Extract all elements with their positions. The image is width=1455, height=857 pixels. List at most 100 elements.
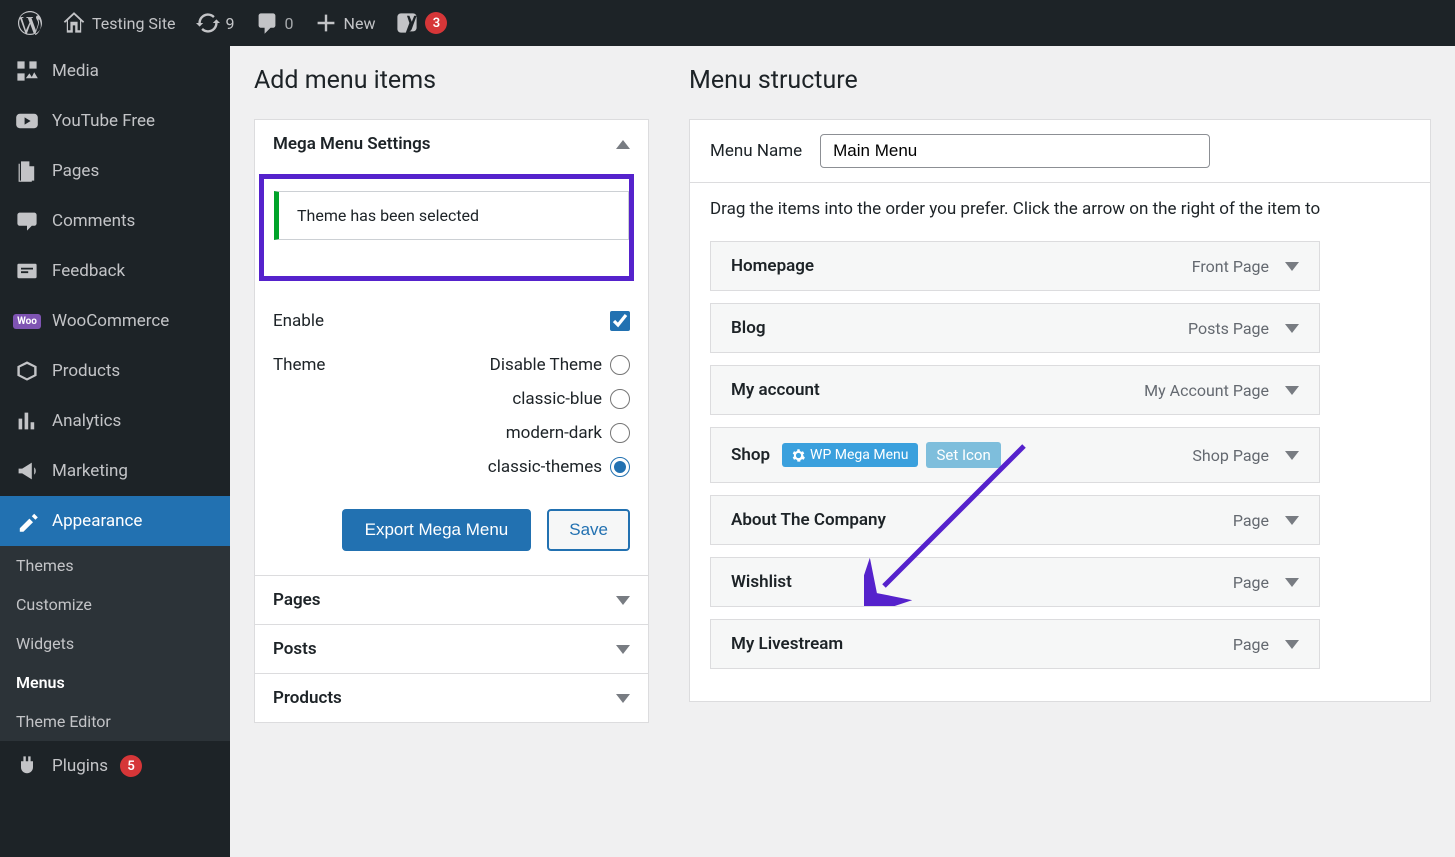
yoast-icon	[395, 11, 419, 35]
submenu-widgets[interactable]: Widgets	[0, 624, 230, 663]
media-icon	[14, 58, 40, 84]
submenu-themes[interactable]: Themes	[0, 546, 230, 585]
posts-accordion-header[interactable]: Posts	[255, 625, 648, 673]
enable-label: Enable	[273, 311, 324, 331]
comments-count: 0	[285, 14, 294, 33]
wp-logo[interactable]	[8, 0, 52, 46]
sidebar-label: Analytics	[52, 411, 121, 431]
gear-icon	[792, 449, 805, 462]
theme-radio-group: Disable Theme classic-blue modern-dark c…	[488, 355, 630, 477]
sidebar-item-comments[interactable]: Comments	[0, 196, 230, 246]
add-menu-items-column: Add menu items Mega Menu Settings Theme …	[254, 66, 649, 723]
chevron-down-icon[interactable]	[1285, 262, 1299, 271]
update-icon	[196, 11, 220, 35]
sidebar-item-woocommerce[interactable]: Woo WooCommerce	[0, 296, 230, 346]
sidebar-item-appearance[interactable]: Appearance	[0, 496, 230, 546]
yoast-count-badge: 3	[425, 12, 447, 34]
chevron-down-icon[interactable]	[1285, 640, 1299, 649]
sidebar-label: Feedback	[52, 261, 125, 281]
chevron-down-icon[interactable]	[1285, 578, 1299, 587]
sidebar-item-feedback[interactable]: Feedback	[0, 246, 230, 296]
wordpress-icon	[18, 11, 42, 35]
pages-accordion-header[interactable]: Pages	[255, 576, 648, 624]
menu-name-input[interactable]	[820, 134, 1210, 168]
sidebar-item-analytics[interactable]: Analytics	[0, 396, 230, 446]
menu-item-homepage[interactable]: Homepage Front Page	[710, 241, 1320, 291]
mega-menu-settings-box: Mega Menu Settings Theme has been select…	[254, 119, 649, 576]
feedback-icon	[14, 258, 40, 284]
sidebar-item-youtube[interactable]: YouTube Free	[0, 96, 230, 146]
submenu-menus[interactable]: Menus	[0, 663, 230, 702]
expand-icon	[616, 645, 630, 654]
updates-count: 9	[226, 14, 235, 33]
sidebar-label: Appearance	[52, 511, 142, 531]
theme-label: Theme	[273, 355, 325, 375]
chevron-down-icon[interactable]	[1285, 324, 1299, 333]
theme-selected-notice: Theme has been selected	[274, 191, 629, 240]
sidebar-label: Products	[52, 361, 120, 381]
site-name-text: Testing Site	[92, 14, 176, 33]
wp-mega-menu-badge[interactable]: WP Mega Menu	[782, 443, 918, 467]
comment-icon	[255, 11, 279, 35]
expand-icon	[616, 596, 630, 605]
menu-item-livestream[interactable]: My Livestream Page	[710, 619, 1320, 669]
menu-item-my-account[interactable]: My account My Account Page	[710, 365, 1320, 415]
pages-accordion: Pages	[254, 576, 649, 625]
sidebar-item-pages[interactable]: Pages	[0, 146, 230, 196]
sidebar-label: Marketing	[52, 461, 128, 481]
admin-bar: Testing Site 9 0 New 3	[0, 0, 1455, 46]
chevron-down-icon[interactable]	[1285, 451, 1299, 460]
mega-menu-header-label: Mega Menu Settings	[273, 134, 431, 154]
products-icon	[14, 358, 40, 384]
theme-option-classic-blue[interactable]: classic-blue	[512, 389, 630, 409]
menu-item-blog[interactable]: Blog Posts Page	[710, 303, 1320, 353]
new-content-link[interactable]: New	[304, 0, 386, 46]
plugins-icon	[14, 753, 40, 779]
enable-checkbox[interactable]	[610, 311, 630, 331]
export-mega-menu-button[interactable]: Export Mega Menu	[342, 509, 532, 551]
comments-link[interactable]: 0	[245, 0, 304, 46]
set-icon-badge[interactable]: Set Icon	[926, 442, 1000, 468]
theme-option-modern-dark[interactable]: modern-dark	[506, 423, 630, 443]
analytics-icon	[14, 408, 40, 434]
admin-sidebar: Media YouTube Free Pages Comments Feedba…	[0, 46, 230, 857]
theme-option-classic-themes[interactable]: classic-themes	[488, 457, 630, 477]
collapse-icon	[616, 140, 630, 149]
chevron-down-icon[interactable]	[1285, 516, 1299, 525]
submenu-theme-editor[interactable]: Theme Editor	[0, 702, 230, 741]
posts-accordion-label: Posts	[273, 639, 317, 659]
expand-icon	[616, 694, 630, 703]
site-name-link[interactable]: Testing Site	[52, 0, 186, 46]
menu-items-list: Homepage Front Page Blog Posts Page My a…	[690, 235, 1430, 701]
appearance-icon	[14, 508, 40, 534]
menu-instructions: Drag the items into the order you prefer…	[690, 183, 1430, 235]
theme-option-disable[interactable]: Disable Theme	[490, 355, 630, 375]
new-label: New	[344, 14, 376, 33]
products-accordion: Products	[254, 674, 649, 723]
comments-icon	[14, 208, 40, 234]
updates-link[interactable]: 9	[186, 0, 245, 46]
sidebar-item-plugins[interactable]: Plugins 5	[0, 741, 230, 791]
sidebar-item-media[interactable]: Media	[0, 46, 230, 96]
pages-icon	[14, 158, 40, 184]
menu-item-about[interactable]: About The Company Page	[710, 495, 1320, 545]
sidebar-item-products[interactable]: Products	[0, 346, 230, 396]
woo-icon: Woo	[14, 308, 40, 334]
sidebar-item-marketing[interactable]: Marketing	[0, 446, 230, 496]
yoast-link[interactable]: 3	[385, 0, 457, 46]
sidebar-label: YouTube Free	[52, 111, 155, 131]
menu-item-wishlist[interactable]: Wishlist Page	[710, 557, 1320, 607]
chevron-down-icon[interactable]	[1285, 386, 1299, 395]
menu-structure-title: Menu structure	[689, 66, 1431, 95]
products-accordion-header[interactable]: Products	[255, 674, 648, 722]
notice-highlight: Theme has been selected	[259, 174, 634, 281]
menu-structure-panel: Menu Name Drag the items into the order …	[689, 119, 1431, 702]
sidebar-label: WooCommerce	[52, 311, 169, 331]
products-accordion-label: Products	[273, 688, 342, 708]
pages-accordion-label: Pages	[273, 590, 321, 610]
menu-item-shop[interactable]: Shop WP Mega Menu Set Icon Shop Page	[710, 427, 1320, 483]
submenu-customize[interactable]: Customize	[0, 585, 230, 624]
mega-menu-header[interactable]: Mega Menu Settings	[255, 120, 648, 168]
save-button[interactable]: Save	[547, 509, 630, 551]
plus-icon	[314, 11, 338, 35]
